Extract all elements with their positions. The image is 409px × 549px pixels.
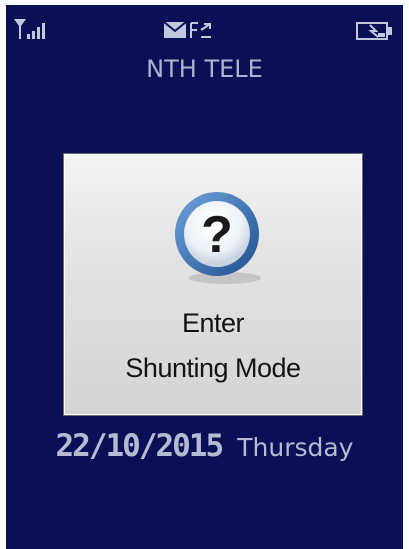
message-icon (164, 22, 186, 38)
status-bar (6, 5, 403, 55)
operator-name: NTH TELE (146, 55, 263, 83)
dialog-message-line-1: Enter (181, 308, 245, 338)
question-mark-icon: ? (175, 192, 261, 284)
signal-strength-icon (14, 19, 45, 39)
battery-icon (356, 22, 392, 40)
phone-screen: NTH TELE ? Enter Shunting Mode 22/10/201… (6, 5, 403, 549)
date-display: 22/10/2015 Thursday (6, 428, 403, 464)
date-text: 22/10/2015 (55, 428, 225, 464)
dialog-message-line-2: Shunting Mode (125, 353, 301, 383)
weekday-text: Thursday (237, 433, 354, 462)
svg-text:?: ? (201, 206, 233, 264)
shunting-mode-dialog[interactable]: ? Enter Shunting Mode (63, 153, 363, 416)
call-forward-icon (190, 22, 211, 38)
